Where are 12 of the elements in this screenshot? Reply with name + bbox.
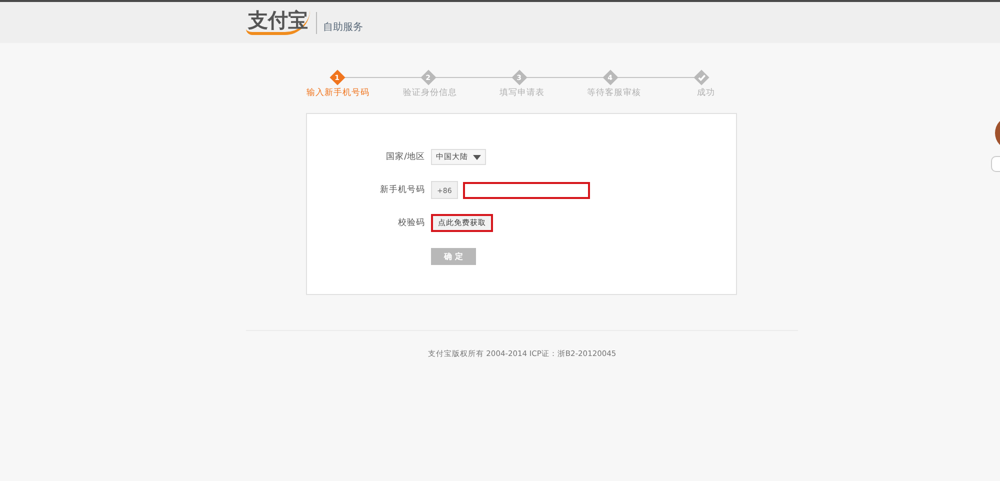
logo[interactable]: 支付宝: [246, 10, 310, 35]
field-label: 校验码: [397, 217, 425, 229]
step-label: 成功: [696, 87, 716, 99]
field-label: 新手机号码: [379, 184, 425, 196]
service-title: 自助服务: [323, 20, 363, 34]
step-label: 等待客服审核: [586, 87, 642, 99]
caret-icon: [473, 154, 481, 160]
step-label: 输入新手机号码: [306, 87, 370, 99]
step-label: 填写申请表: [498, 87, 546, 99]
step-label: 验证身份信息: [402, 87, 458, 99]
field-label: 国家/地区: [385, 151, 425, 163]
phone-input[interactable]: [462, 182, 590, 198]
